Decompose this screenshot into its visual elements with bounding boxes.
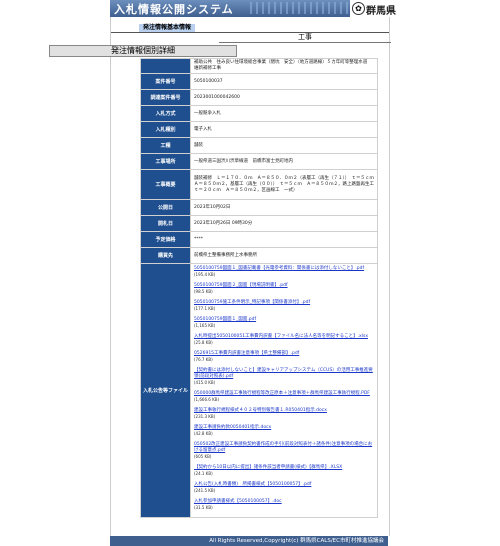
file-link[interactable]: 0526915工事費内訳書注意事項【県土整備部】.pdf <box>194 351 299 356</box>
file-link[interactable]: 5050100759施工条件明示_特記事項【関係書添付】.pdf <box>194 300 310 305</box>
info-label: 公開日 <box>140 199 191 216</box>
info-value: 舗装 <box>190 137 378 154</box>
info-value: 一般競争入札 <box>190 105 378 122</box>
info-label <box>140 58 191 74</box>
info-row: 開札日 2023年10月26日 09時30分 <box>140 215 378 232</box>
info-label: 購買先 <box>140 247 191 264</box>
info-row: 工事場所 一般県道三国渋川渋草線道 前橋市富士見町地内 <box>140 153 378 170</box>
file-size: (605 KB) <box>194 454 212 459</box>
info-label: 調達案件番号 <box>140 89 191 106</box>
info-label: 開札日 <box>140 215 191 232</box>
file-link[interactable]: 5050100759図面２_図面【現場説明書】.pdf <box>194 283 288 288</box>
file-link[interactable]: 5050100759図面１_図面.pdf <box>194 317 256 322</box>
info-label: 工事概要 <box>140 169 191 200</box>
file-link[interactable]: 5050100759図面１_図書記載書【光電参考資料：関係書には添付しないこと】… <box>194 266 364 271</box>
info-value: 補助公共 住み良い住環境総合事業（閉坑 安全）（地方道路線）５カ年町等整理水道 … <box>190 58 378 74</box>
info-row: 入札種別 電子入札 <box>140 121 378 138</box>
file-size: (231.3 KB) <box>194 414 216 419</box>
file-item: 入札参加申請書様式【5050100057】.doc (31.5 KB) <box>194 499 374 511</box>
info-row: 工種 舗装 <box>140 137 378 154</box>
file-item: 5050100759図面１_図面.pdf (1,165 KB) <box>194 317 374 329</box>
section-tagbar: 発注情報基本情報 <box>111 24 389 33</box>
info-value: 5050100037 <box>190 73 378 90</box>
info-row: 案件番号 5050100037 <box>140 73 378 90</box>
info-value: 2023001000042600 <box>190 89 378 106</box>
file-link[interactable]: 入札参加申請書様式【5050100057】.doc <box>194 499 282 504</box>
info-row: 公開日 2023年10月02日 <box>140 199 378 216</box>
files-row: 入札公告等ファイル 5050100759図面１_図書記載書【光電参考資料：関係書に… <box>140 263 378 518</box>
file-item: 5050100759施工条件明示_特記事項【関係書添付】.pdf (177.1 K… <box>194 300 374 312</box>
info-row: 補助公共 住み良い住環境総合事業（閉坑 安全）（地方道路線）５カ年町等整理水道 … <box>140 58 378 74</box>
file-size: (1,666.6 KB) <box>194 397 220 402</box>
file-size: (98.5 KB) <box>194 289 213 294</box>
file-size: (177.1 KB) <box>194 306 216 311</box>
info-row: 調達案件番号 2023001000042600 <box>140 89 378 106</box>
file-link[interactable]: 入札公告(入札時書類) 所掲書様式【5050100057】.pdf <box>194 482 311 487</box>
info-value: 前橋県土整備事務所上水事務所 <box>190 247 378 264</box>
info-value: 2023年10月02日 <box>190 199 378 216</box>
file-link[interactable]: 050000群馬県建設工事執行規程等改正原本＋注意事項＋群馬県建設工事執行規程.… <box>194 391 370 396</box>
content-area: 発注情報基本情報 工事 発注情報個別詳細 補助公共 住み良い住環境総合事業（閉坑… <box>49 17 391 536</box>
file-link[interactable]: 【契約書には添付しないこと】建設キャリアアップシステム（CCUS）の活用工事推進… <box>194 368 373 379</box>
file-item: 建設工事請負約款0050401指示.docx (42.8 KB) <box>194 425 374 437</box>
files-list: 5050100759図面１_図書記載書【光電参考資料：関係書には添付しないこと】… <box>190 263 378 518</box>
file-item: 【契約書には添付しないこと】建設キャリアアップシステム（CCUS）の活用工事推進… <box>194 368 374 386</box>
info-label: 予定価格 <box>140 231 191 248</box>
prefecture-seal-icon: ✿ <box>352 2 365 15</box>
prefecture-name: 群馬県 <box>366 6 396 17</box>
file-item: 入札時提出5050100051工事費内訳書【ファイル名に法人名等を明記すること】… <box>194 334 374 346</box>
info-label: 入札種別 <box>140 121 191 138</box>
file-link[interactable]: 建設工事請負約款0050401指示.docx <box>194 425 271 430</box>
file-link[interactable]: 入札時提出5050100051工事費内訳書【ファイル名に法人名等を明記すること】… <box>194 334 368 339</box>
file-item: 建設工事執行規程様式４０２号特別報告書１.R050401指示.docx (231.… <box>194 408 374 420</box>
file-link[interactable]: 【契約から10日以内に提出】諸条件該当者申請書(様式)【群馬県】.XLSX <box>194 465 342 470</box>
file-size: (42.8 KB) <box>194 431 213 436</box>
file-size: (1,165 KB) <box>194 323 216 328</box>
info-value: 舗装補修 Ｌ＝１７０．０ｍ Ａ＝８５０．０ｍ２（表層工（再生（７１）） ｔ＝５ｃ… <box>190 169 379 200</box>
file-size: (24.1 KB) <box>194 471 213 476</box>
file-size: (241.5 KB) <box>194 488 216 493</box>
info-label: 入札方式 <box>140 105 191 122</box>
file-size: (31.5 KB) <box>194 505 213 510</box>
file-item: 050000群馬県建設工事執行規程等改正原本＋注意事項＋群馬県建設工事執行規程.… <box>194 391 374 403</box>
info-label: 工事場所 <box>140 153 191 170</box>
info-row: 入札方式 一般競争入札 <box>140 105 378 122</box>
file-item: 【契約から10日以内に提出】諸条件該当者申請書(様式)【群馬県】.XLSX (24… <box>194 465 374 477</box>
info-value: 2023年10月26日 09時30分 <box>190 215 378 232</box>
footer-copyright: All Rights Reserved,Copyright(c) 群馬県CALS… <box>110 536 388 546</box>
info-label: 工種 <box>140 137 191 154</box>
system-title: 入札情報公開システム <box>114 3 234 16</box>
info-table: 補助公共 住み良い住環境総合事業（閉坑 安全）（地方道路線）５カ年町等整理水道 … <box>140 58 379 518</box>
file-item: 050502改正建設工事請負契約書作成の手引(前段対照表付＋諸条件)注意事項の場… <box>194 442 374 460</box>
header-bar: 入札情報公開システム <box>110 0 388 17</box>
file-size: (195.4 KB) <box>194 272 216 277</box>
info-label: 案件番号 <box>140 73 191 90</box>
info-value: 一般県道三国渋川渋草線道 前橋市富士見町地内 <box>190 153 378 170</box>
file-size: (76.7 KB) <box>194 357 213 362</box>
info-value: 電子入札 <box>190 121 378 138</box>
basic-info-tag: 発注情報基本情報 <box>139 24 196 32</box>
file-item: 5050100759図面２_図面【現場説明書】.pdf (98.5 KB) <box>194 283 374 295</box>
detail-heading: 発注情報個別詳細 <box>49 45 237 57</box>
file-item: 5050100759図面１_図書記載書【光電参考資料：関係書には添付しないこと】… <box>194 266 374 278</box>
file-item: 入札公告(入札時書類) 所掲書様式【5050100057】.pdf (241.5 … <box>194 482 374 494</box>
file-size: (415.0 KB) <box>194 380 216 385</box>
info-row: 工事概要 舗装補修 Ｌ＝１７０．０ｍ Ａ＝８５０．０ｍ２（表層工（再生（７１）） … <box>140 169 379 200</box>
file-link[interactable]: 建設工事執行規程様式４０２号特別報告書１.R050401指示.docx <box>194 408 327 413</box>
info-row: 購買先 前橋県土整備事務所上水事務所 <box>140 247 378 264</box>
file-link[interactable]: 050502改正建設工事請負契約書作成の手引(前段対照表付＋諸条件)注意事項の場… <box>194 442 372 453</box>
info-value: **** <box>190 231 378 248</box>
project-kind: 工事 <box>219 33 391 43</box>
files-label: 入札公告等ファイル <box>140 263 191 518</box>
info-row: 予定価格 **** <box>140 231 378 248</box>
file-size: (25.8 KB) <box>194 340 213 345</box>
file-item: 0526915工事費内訳書注意事項【県土整備部】.pdf (76.7 KB) <box>194 351 374 363</box>
